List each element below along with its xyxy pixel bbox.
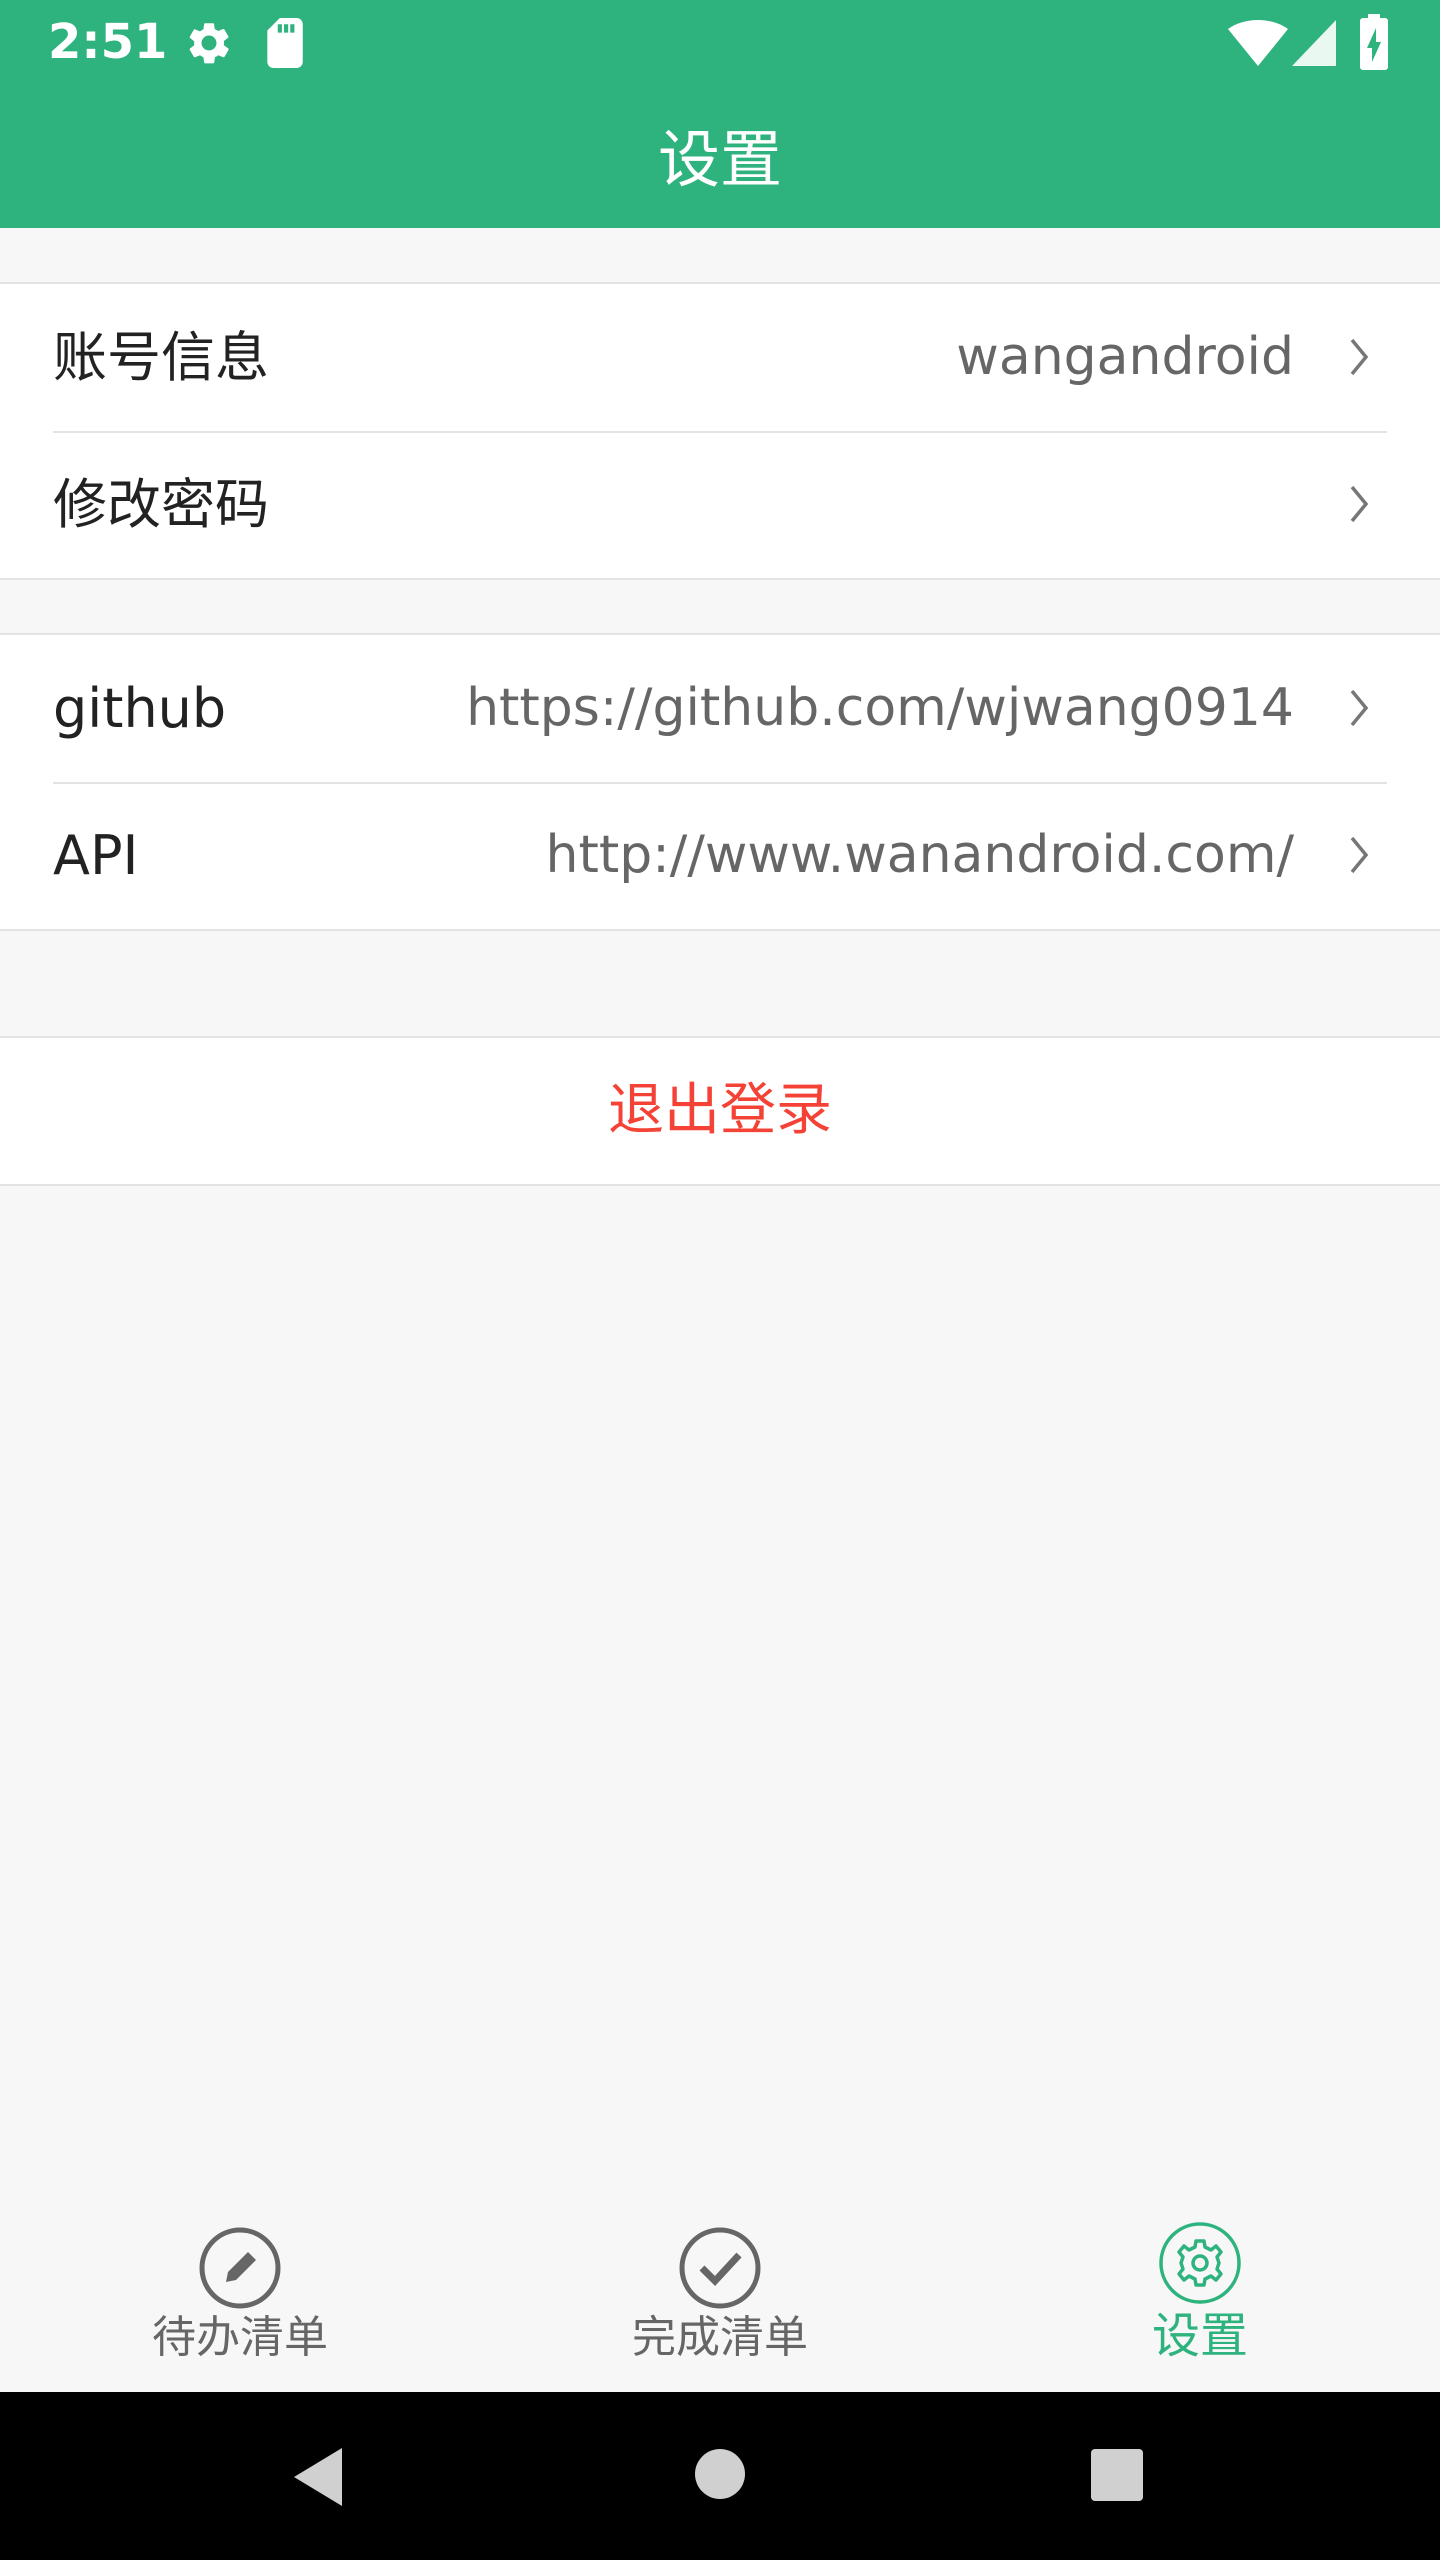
github-label: github bbox=[53, 677, 227, 740]
logout-label: 退出登录 bbox=[608, 1078, 832, 1143]
account-settings-group: 账号信息 wangandroid 修改密码 bbox=[0, 282, 1440, 580]
gear-circle-icon bbox=[1159, 2222, 1241, 2304]
status-time: 2:51 bbox=[48, 14, 168, 70]
chevron-right-icon bbox=[1350, 338, 1369, 376]
settings-gear-icon bbox=[189, 23, 229, 64]
chevron-right-icon bbox=[1350, 485, 1369, 523]
wifi-icon bbox=[1228, 20, 1288, 66]
account-info-label: 账号信息 bbox=[53, 326, 269, 389]
nav-item-todo[interactable]: 待办清单 bbox=[0, 2186, 480, 2392]
battery-charging-icon bbox=[1360, 14, 1388, 70]
nav-item-done[interactable]: 完成清单 bbox=[480, 2186, 960, 2392]
chevron-right-icon bbox=[1350, 689, 1369, 727]
logout-button[interactable]: 退出登录 bbox=[0, 1036, 1440, 1186]
nav-label-settings: 设置 bbox=[1151, 2308, 1248, 2364]
system-navigation-bar bbox=[0, 2392, 1440, 2560]
page-title: 设置 bbox=[657, 123, 782, 196]
home-icon[interactable] bbox=[694, 2448, 746, 2500]
account-info-row[interactable]: 账号信息 wangandroid bbox=[0, 284, 1440, 431]
github-url-value: https://github.com/wjwang0914 bbox=[466, 678, 1294, 738]
change-password-row[interactable]: 修改密码 bbox=[0, 431, 1440, 578]
chevron-right-icon bbox=[1350, 836, 1369, 874]
change-password-label: 修改密码 bbox=[53, 473, 269, 536]
check-circle-icon bbox=[679, 2227, 761, 2309]
status-bar: 2:51 bbox=[0, 0, 1440, 84]
cell-signal-icon bbox=[1292, 20, 1336, 66]
api-label: API bbox=[53, 824, 139, 887]
links-group: github https://github.com/wjwang0914 API… bbox=[0, 633, 1440, 931]
pencil-circle-icon bbox=[199, 2227, 281, 2309]
nav-label-todo: 待办清单 bbox=[152, 2312, 328, 2363]
api-url-value: http://www.wanandroid.com/ bbox=[545, 825, 1294, 885]
toolbar: 设置 bbox=[0, 84, 1440, 228]
back-icon[interactable] bbox=[290, 2446, 346, 2508]
github-row[interactable]: github https://github.com/wjwang0914 bbox=[0, 635, 1440, 782]
account-info-value: wangandroid bbox=[956, 327, 1294, 387]
bottom-navigation: 待办清单 完成清单 设置 bbox=[0, 2186, 1440, 2392]
nav-item-settings[interactable]: 设置 bbox=[960, 2186, 1440, 2392]
nav-label-done: 完成清单 bbox=[632, 2312, 808, 2363]
recents-icon[interactable] bbox=[1090, 2448, 1144, 2502]
api-row[interactable]: API http://www.wanandroid.com/ bbox=[0, 782, 1440, 929]
sd-card-icon bbox=[267, 18, 303, 68]
